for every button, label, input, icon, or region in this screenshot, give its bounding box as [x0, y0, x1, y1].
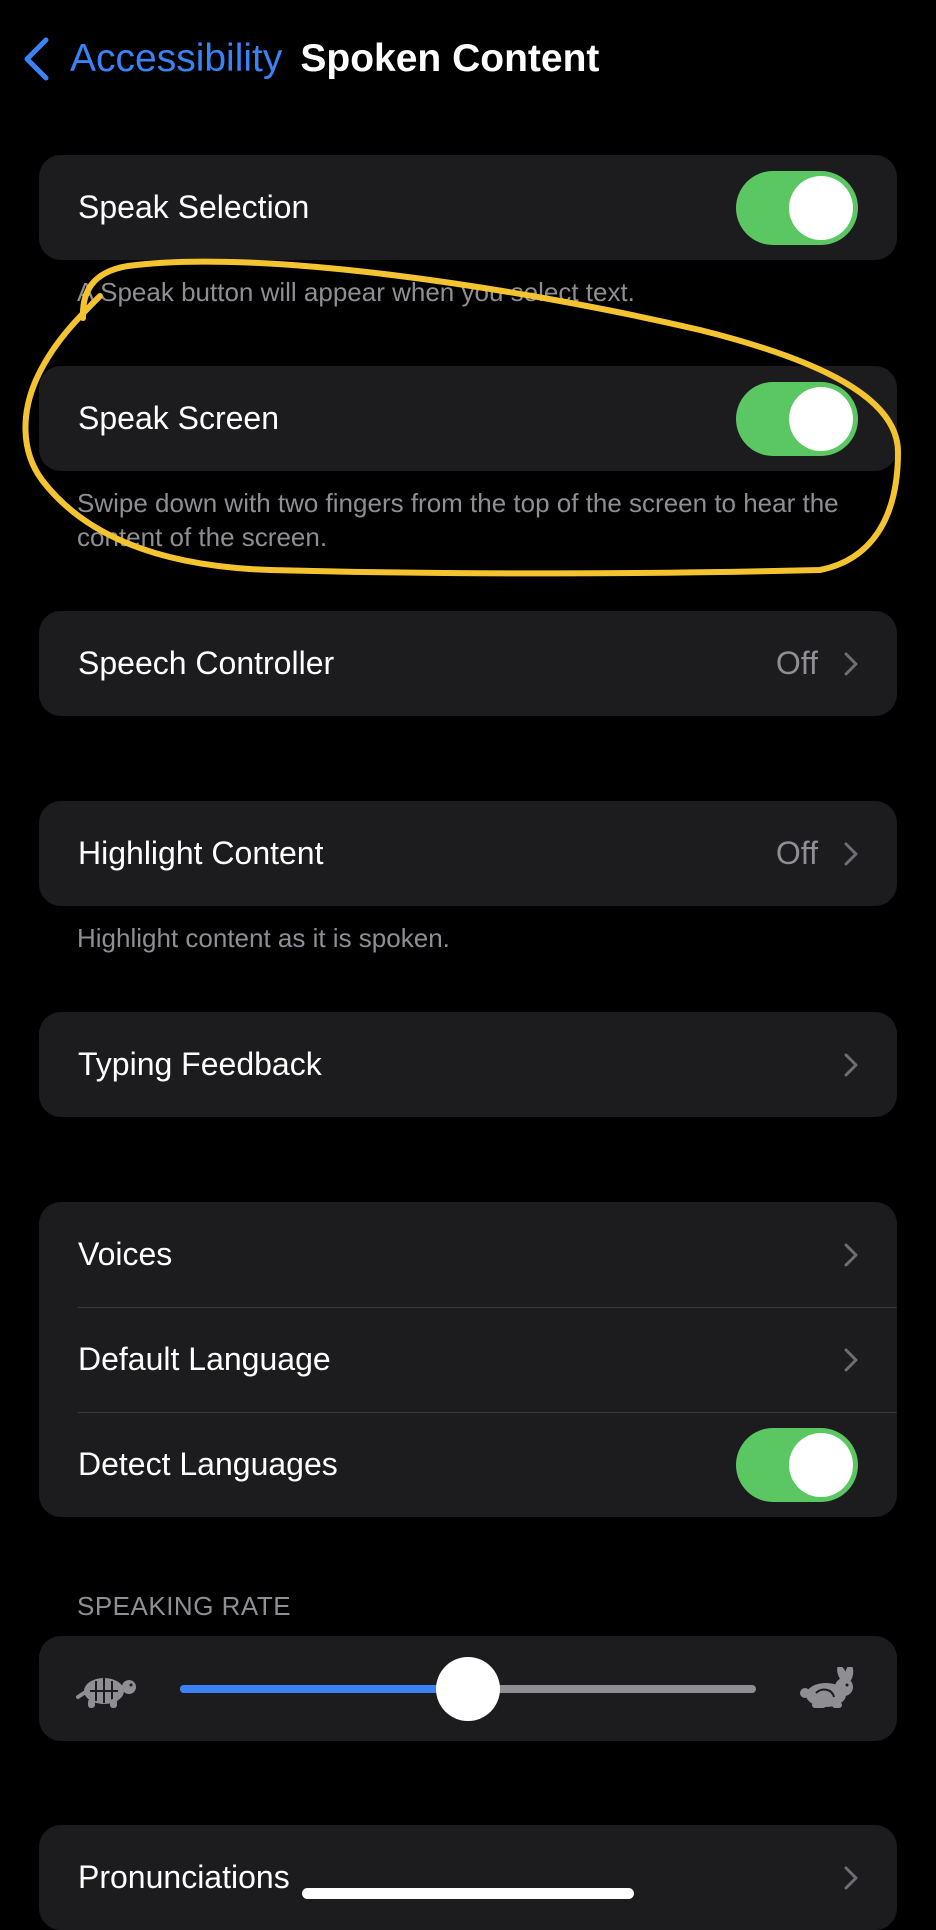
typing-feedback-group: Typing Feedback [39, 1012, 897, 1117]
chevron-right-icon [844, 1053, 858, 1076]
detect-languages-toggle[interactable] [736, 1427, 858, 1502]
speech-controller-row[interactable]: Speech Controller Off [39, 611, 897, 716]
speaking-rate-group [39, 1636, 897, 1741]
detect-languages-label: Detect Languages [78, 1446, 338, 1482]
typing-feedback-label: Typing Feedback [78, 1046, 322, 1082]
speak-screen-label: Speak Screen [78, 400, 280, 436]
chevron-right-icon [844, 842, 858, 865]
speaking-rate-slider-thumb[interactable] [436, 1656, 500, 1721]
typing-feedback-row[interactable]: Typing Feedback [39, 1012, 897, 1117]
speaking-rate-slider[interactable] [180, 1656, 756, 1721]
detect-languages-row: Detect Languages [39, 1412, 897, 1517]
chevron-left-icon [24, 37, 49, 81]
toggle-knob [789, 1432, 853, 1497]
speak-selection-footnote: A Speak button will appear when you sele… [77, 277, 635, 307]
highlight-content-group: Highlight Content Off [39, 801, 897, 906]
home-indicator[interactable] [302, 1888, 634, 1899]
chevron-right-icon [844, 1866, 858, 1889]
speaking-rate-slider-fill [180, 1684, 468, 1693]
speech-controller-group: Speech Controller Off [39, 611, 897, 716]
highlight-content-value: Off [775, 835, 818, 871]
toggle-knob [789, 175, 853, 240]
speak-screen-toggle[interactable] [736, 381, 858, 456]
default-language-row[interactable]: Default Language [39, 1307, 897, 1412]
page-title: Spoken Content [300, 37, 600, 80]
speak-selection-label: Speak Selection [78, 189, 310, 225]
pronunciations-row[interactable]: Pronunciations [39, 1825, 897, 1930]
navigation-bar: Accessibility Spoken Content [20, 28, 916, 90]
speak-screen-footnote: Swipe down with two fingers from the top… [77, 488, 839, 552]
default-language-label: Default Language [78, 1341, 331, 1377]
turtle-icon [76, 1677, 136, 1708]
back-button[interactable]: Accessibility [20, 36, 282, 82]
pronunciations-group: Pronunciations [39, 1825, 897, 1930]
voices-row[interactable]: Voices [39, 1202, 897, 1307]
chevron-right-icon [844, 1243, 858, 1266]
highlight-content-footnote: Highlight content as it is spoken. [77, 923, 450, 953]
highlight-content-row[interactable]: Highlight Content Off [39, 801, 897, 906]
toggle-knob [789, 386, 853, 451]
speech-controller-value: Off [775, 645, 818, 681]
speak-selection-group: Speak Selection [39, 155, 897, 260]
chevron-right-icon [844, 652, 858, 675]
voices-label: Voices [78, 1236, 173, 1272]
back-button-label: Accessibility [70, 37, 283, 80]
chevron-right-icon [844, 1348, 858, 1371]
speak-selection-row: Speak Selection [39, 155, 897, 260]
speak-screen-group: Speak Screen [39, 366, 897, 471]
speak-screen-row: Speak Screen [39, 366, 897, 471]
voice-settings-group: Voices Default Language Detect Languages [39, 1202, 897, 1517]
speak-selection-toggle[interactable] [736, 170, 858, 245]
rabbit-icon [800, 1666, 854, 1708]
speaking-rate-header: SPEAKING RATE [77, 1591, 292, 1621]
speech-controller-label: Speech Controller [78, 645, 335, 681]
speaking-rate-row [39, 1636, 897, 1741]
highlight-content-label: Highlight Content [78, 835, 324, 871]
